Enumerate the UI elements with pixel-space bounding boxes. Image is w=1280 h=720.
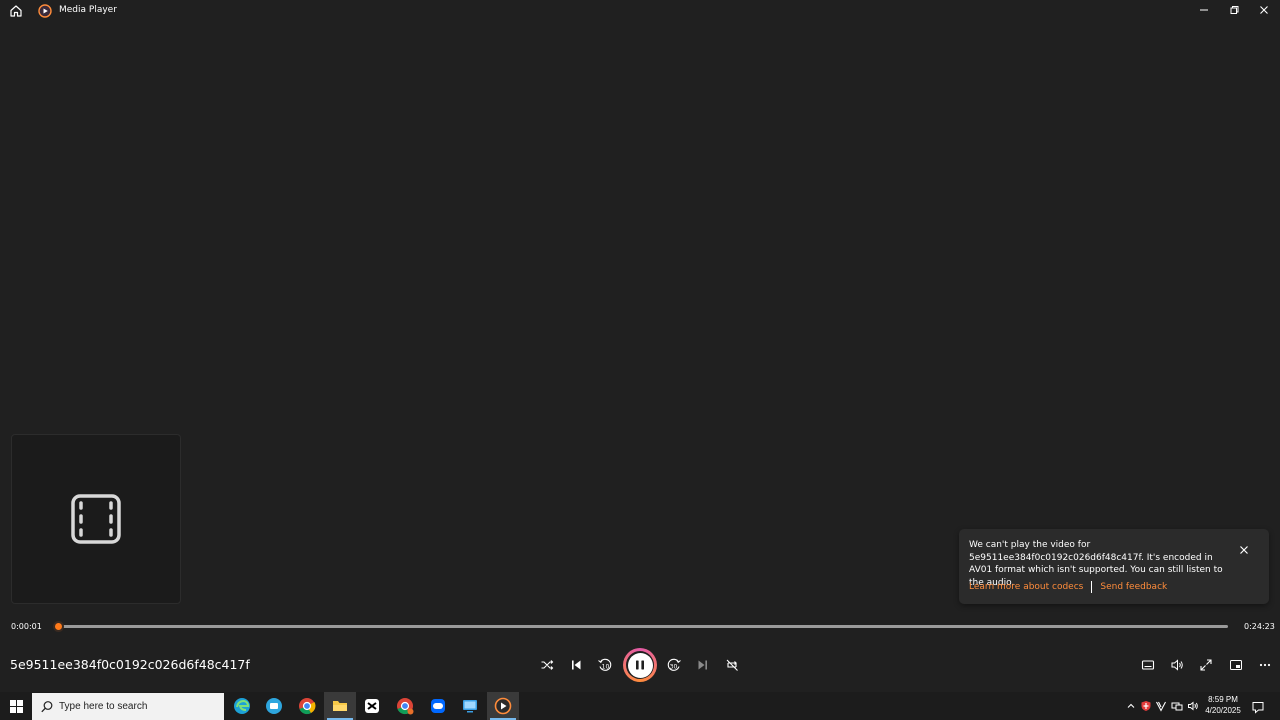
taskbar-app-capcut[interactable]	[356, 692, 388, 720]
search-icon	[41, 700, 53, 712]
taskbar-app-zalo[interactable]	[422, 692, 454, 720]
chevron-up-icon	[1127, 703, 1135, 708]
remote-desktop-icon	[463, 700, 477, 713]
total-time: 0:24:23	[1244, 622, 1275, 631]
close-icon	[1260, 6, 1268, 14]
taskbar-clock[interactable]: 8:59 PM 4/20/2025	[1200, 694, 1246, 716]
seek-bar[interactable]	[58, 625, 1228, 628]
media-thumbnail	[11, 434, 181, 604]
capcut-icon	[365, 699, 379, 713]
action-center-button[interactable]	[1251, 699, 1265, 714]
minimize-icon	[1200, 9, 1208, 11]
fast-forward-button[interactable]: 30	[666, 657, 682, 673]
file-explorer-icon	[333, 701, 347, 711]
clock-time: 8:59 PM	[1208, 695, 1238, 704]
search-placeholder: Type here to search	[59, 701, 148, 712]
network-icon	[1171, 702, 1183, 711]
media-player-icon	[494, 697, 512, 715]
captions-button[interactable]	[1140, 657, 1156, 673]
rewind-label: 10	[602, 664, 610, 671]
next-icon	[698, 660, 707, 670]
repeat-button[interactable]	[724, 657, 740, 673]
notification-close-button[interactable]	[1238, 541, 1250, 554]
seek-thumb[interactable]	[53, 621, 65, 632]
current-time: 0:00:01	[11, 622, 42, 631]
chrome-icon	[299, 698, 316, 715]
speaker-icon	[1188, 701, 1198, 711]
maximize-button[interactable]	[1226, 3, 1242, 17]
play-pause-button[interactable]	[623, 648, 657, 682]
taskbar-app-chrome-profile[interactable]	[389, 692, 421, 720]
minimize-button[interactable]	[1196, 3, 1212, 17]
taskbar-app-edge[interactable]	[226, 692, 258, 720]
more-options-button[interactable]	[1257, 657, 1273, 673]
vpn-icon	[1156, 701, 1166, 712]
media-player-icon	[38, 3, 52, 18]
pause-icon	[636, 660, 644, 670]
previous-icon	[572, 660, 581, 670]
taskbar-search[interactable]: Type here to search	[32, 693, 224, 720]
notification-links: Learn more about codecs Send feedback	[969, 581, 1167, 593]
video-area[interactable]	[0, 22, 1280, 617]
taskbar-app-telegram[interactable]	[258, 692, 290, 720]
miniplayer-icon	[1230, 660, 1242, 670]
previous-button[interactable]	[568, 657, 584, 673]
chrome-profile-icon	[397, 698, 414, 715]
captions-icon	[1141, 660, 1155, 670]
miniplayer-button[interactable]	[1228, 657, 1244, 673]
start-button[interactable]	[0, 692, 32, 720]
taskbar: Type here to search 8:59 PM 4/20/2025	[0, 692, 1280, 720]
maximize-icon	[1230, 6, 1239, 14]
next-button[interactable]	[695, 657, 711, 673]
windows-icon	[9, 699, 23, 713]
learn-more-codecs-link[interactable]: Learn more about codecs	[969, 582, 1083, 592]
taskbar-app-media-player[interactable]	[487, 692, 519, 720]
rewind-10-icon: 10	[598, 658, 612, 671]
forward-30-icon: 30	[667, 658, 681, 671]
security-shield-icon	[1141, 701, 1151, 711]
volume-button[interactable]	[1169, 657, 1185, 673]
more-icon	[1259, 663, 1271, 667]
fullscreen-button[interactable]	[1198, 657, 1214, 673]
forward-label: 30	[670, 664, 678, 671]
send-feedback-link[interactable]: Send feedback	[1100, 582, 1167, 592]
edge-icon	[234, 698, 250, 714]
zalo-icon	[431, 699, 445, 713]
clock-date: 4/20/2025	[1205, 706, 1241, 715]
tray-security[interactable]	[1140, 700, 1152, 712]
codec-error-notification: We can't play the video for 5e9511ee384f…	[959, 529, 1269, 604]
film-icon	[71, 494, 121, 544]
fullscreen-icon	[1200, 659, 1212, 671]
telegram-icon	[266, 698, 282, 714]
repeat-off-icon	[726, 659, 738, 671]
link-divider	[1091, 581, 1093, 593]
window-title: Media Player	[59, 5, 117, 15]
title-bar: Media Player	[0, 0, 1280, 22]
shuffle-icon	[541, 660, 554, 670]
notification-icon	[1252, 702, 1264, 714]
home-icon[interactable]	[8, 3, 24, 19]
tray-vpn[interactable]	[1155, 700, 1167, 712]
volume-icon	[1171, 659, 1183, 671]
now-playing-title: 5e9511ee384f0c0192c026d6f48c417f	[10, 657, 250, 672]
tray-network[interactable]	[1171, 700, 1183, 712]
show-hidden-icons[interactable]	[1125, 700, 1137, 712]
taskbar-app-file-explorer[interactable]	[324, 692, 356, 720]
taskbar-app-remote-desktop[interactable]	[454, 692, 486, 720]
rewind-button[interactable]: 10	[597, 657, 613, 673]
close-icon	[1240, 546, 1248, 554]
close-button[interactable]	[1256, 3, 1272, 17]
taskbar-app-chrome[interactable]	[291, 692, 323, 720]
shuffle-button[interactable]	[539, 657, 555, 673]
tray-volume[interactable]	[1187, 700, 1199, 712]
